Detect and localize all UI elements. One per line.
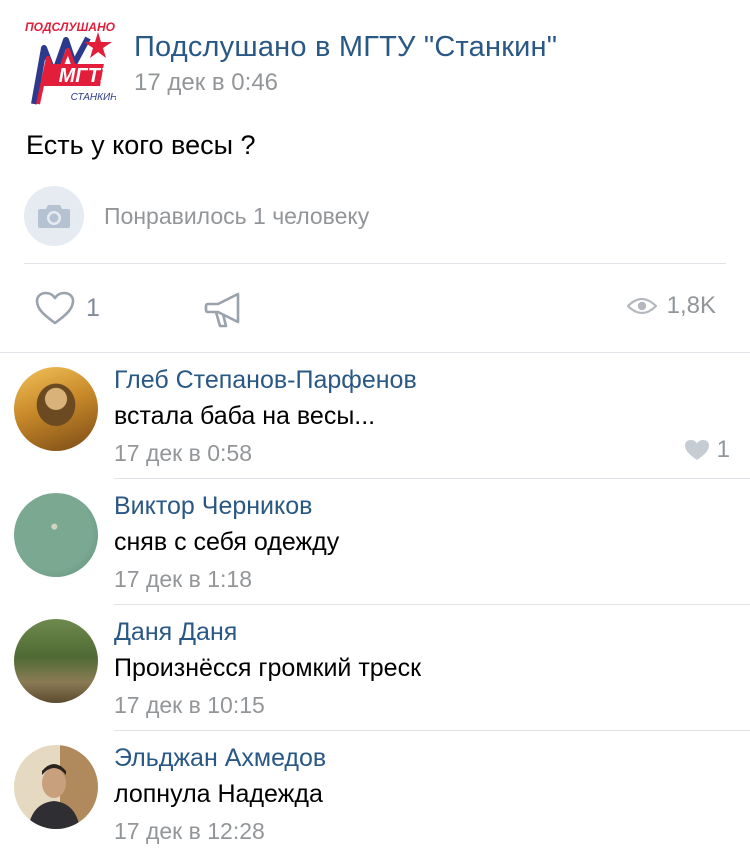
group-name-link[interactable]: Подслушано в МГТУ "Станкин": [134, 29, 557, 65]
views-counter: 1,8K: [626, 292, 716, 320]
group-avatar[interactable]: ПОДСЛУШАНО МГТУ СТАНКИН: [24, 18, 118, 110]
share-button[interactable]: [204, 290, 244, 335]
comment: Виктор Черников сняв с себя одежду 17 де…: [0, 479, 750, 605]
comment: Даня Даня Произнёсся громкий треск 17 де…: [0, 605, 750, 731]
megaphone-icon: [204, 292, 240, 328]
divider: [24, 263, 726, 264]
comment-time[interactable]: 17 дек в 0:58: [114, 437, 417, 469]
comment-body: Эльджан Ахмедов лопнула Надежда 17 дек в…: [114, 741, 326, 847]
comment-like-count: 1: [716, 436, 730, 463]
group-meta: Подслушано в МГТУ "Станкин" 17 дек в 0:4…: [134, 29, 557, 99]
like-count: 1: [86, 293, 100, 322]
logo-main-text: МГТУ: [59, 65, 115, 87]
avatar[interactable]: [14, 367, 98, 451]
logo-bottom-text: СТАНКИН: [71, 92, 116, 103]
comment-time[interactable]: 17 дек в 1:18: [114, 563, 339, 595]
avatar[interactable]: [14, 493, 98, 577]
avatar[interactable]: [14, 619, 98, 703]
post-text: Есть у кого весы ?: [26, 130, 256, 160]
comment-author-link[interactable]: Эльджан Ахмедов: [114, 741, 326, 775]
views-count: 1,8K: [666, 292, 716, 319]
avatar[interactable]: [14, 745, 98, 829]
avatar-photo: [28, 764, 80, 829]
comment-text: сняв с себя одежду: [114, 528, 340, 556]
post-page: ПОДСЛУШАНО МГТУ СТАНКИН Подслушано в МГТ…: [0, 0, 750, 856]
comment-text: лопнула Надежда: [114, 780, 323, 808]
post-actions: 1 1,8K: [0, 282, 750, 340]
comment: Глеб Степанов-Парфенов встала баба на ве…: [0, 353, 750, 479]
comment: Эльджан Ахмедов лопнула Надежда 17 дек в…: [0, 731, 750, 856]
logo-top-text: ПОДСЛУШАНО: [25, 20, 116, 34]
post-header: ПОДСЛУШАНО МГТУ СТАНКИН Подслушано в МГТ…: [24, 18, 557, 110]
heart-outline-icon: [35, 291, 75, 325]
comment-author-link[interactable]: Глеб Степанов-Парфенов: [114, 363, 417, 397]
comment-time[interactable]: 17 дек в 12:28: [114, 815, 326, 847]
comment-author-link[interactable]: Виктор Черников: [114, 489, 339, 523]
liked-by-text: Понравилось 1 человеку: [104, 202, 370, 229]
like-button[interactable]: 1: [34, 290, 100, 326]
comment-like-button[interactable]: 1: [683, 436, 730, 464]
group-logo: ПОДСЛУШАНО МГТУ СТАНКИН: [25, 20, 118, 105]
post-date[interactable]: 17 дек в 0:46: [134, 67, 557, 99]
eye-icon: [626, 297, 657, 315]
comment-body: Виктор Черников сняв с себя одежду 17 де…: [114, 489, 339, 595]
liked-by-row[interactable]: Понравилось 1 человеку: [24, 186, 369, 246]
camera-icon: [38, 205, 70, 228]
comment-time[interactable]: 17 дек в 10:15: [114, 689, 421, 721]
comments-list: Глеб Степанов-Парфенов встала баба на ве…: [0, 353, 750, 856]
comment-text: Произнёсся громкий треск: [114, 654, 422, 682]
comment-body: Глеб Степанов-Парфенов встала баба на ве…: [114, 363, 417, 469]
heart-filled-icon: [684, 440, 709, 460]
comment-body: Даня Даня Произнёсся громкий треск 17 де…: [114, 615, 421, 721]
comment-author-link[interactable]: Даня Даня: [114, 615, 421, 649]
liked-by-avatar: [24, 186, 84, 246]
comment-text: встала баба на весы...: [114, 402, 376, 430]
